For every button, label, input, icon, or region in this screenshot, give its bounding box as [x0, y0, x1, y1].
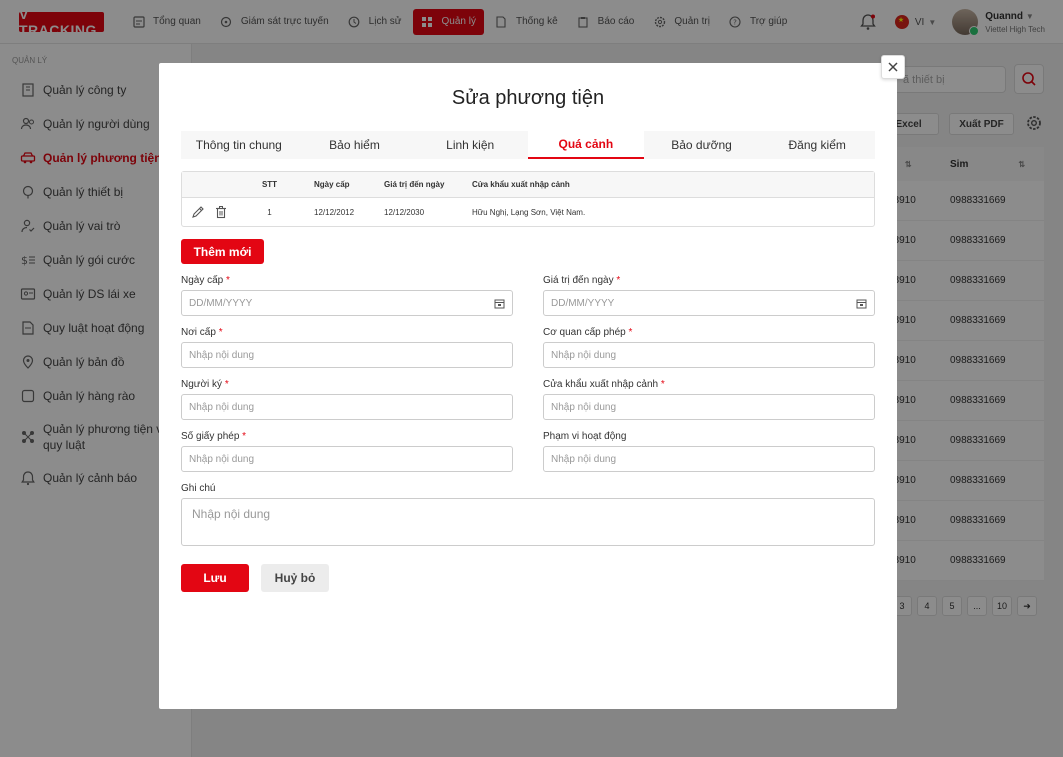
tab-insurance[interactable]: Bảo hiểm [297, 131, 413, 159]
edit-icon[interactable] [191, 205, 205, 219]
required-mark: * [628, 327, 633, 338]
add-new-button[interactable]: Thêm mới [181, 239, 264, 264]
border-gate-field-group: Cửa khẩu xuất nhập cảnh * Nhập nội dung [543, 379, 875, 420]
issue-date-input[interactable]: DD/MM/YYYY [181, 290, 513, 316]
required-mark: * [242, 431, 247, 442]
issue-date-field-group: Ngày cấp * DD/MM/YYYY [181, 275, 513, 316]
scope-field-group: Phạm vi hoạt động Nhập nội dung [543, 431, 875, 472]
license-number-field-group: Số giấy phép * Nhập nội dung [181, 431, 513, 472]
column-header: Cửa khẩu xuất nhập cảnh [472, 180, 570, 189]
note-textarea[interactable]: Nhập nội dung [181, 498, 875, 546]
field-label: Ngày cấp [181, 275, 224, 286]
cell-border-gate: Hữu Nghị, Lạng Sơn, Việt Nam. [472, 207, 586, 217]
close-icon [888, 62, 898, 72]
required-mark: * [226, 275, 230, 286]
calendar-icon[interactable] [856, 298, 867, 309]
scope-input[interactable]: Nhập nội dung [543, 446, 875, 472]
required-mark: * [660, 379, 665, 390]
save-button[interactable]: Lưu [181, 564, 249, 592]
field-label: Số giấy phép [181, 431, 240, 442]
field-label: Nơi cấp [181, 327, 216, 338]
authority-field-group: Cơ quan cấp phép * Nhập nội dung [543, 327, 875, 368]
field-label: Giá trị đến ngày [543, 275, 614, 286]
field-label: Cơ quan cấp phép [543, 327, 626, 338]
input-placeholder: DD/MM/YYYY [189, 297, 253, 309]
issue-place-field-group: Nơi cấp * Nhập nội dung [181, 327, 513, 368]
close-button[interactable] [881, 55, 905, 79]
table-row: 1 12/12/2012 12/12/2030 Hữu Nghị, Lạng S… [182, 198, 874, 226]
field-label: Phạm vi hoạt động [543, 431, 627, 442]
modal-tabs: Thông tin chung Bảo hiểm Linh kiện Quá c… [181, 131, 875, 159]
required-mark: * [616, 275, 621, 286]
column-header: Ngày cấp [314, 180, 350, 189]
tab-maintenance[interactable]: Bảo dưỡng [644, 131, 760, 159]
license-number-input[interactable]: Nhập nội dung [181, 446, 513, 472]
table-header: STT Ngày cấp Giá trị đến ngày Cửa khẩu x… [182, 172, 874, 198]
cell-stt: 1 [267, 207, 272, 217]
authority-input[interactable]: Nhập nội dung [543, 342, 875, 368]
modal-title: Sửa phương tiện [451, 87, 605, 109]
field-label: Ghi chú [181, 483, 216, 494]
calendar-icon[interactable] [494, 298, 505, 309]
border-gate-input[interactable]: Nhập nội dung [543, 394, 875, 420]
valid-to-field-group: Giá trị đến ngày * DD/MM/YYYY [543, 275, 875, 316]
tab-components[interactable]: Linh kiện [412, 131, 528, 159]
edit-vehicle-modal: Sửa phương tiện Thông tin chung Bảo hiểm… [159, 55, 905, 709]
note-field-group: Ghi chú Nhập nội dung [181, 483, 875, 546]
signer-input[interactable]: Nhập nội dung [181, 394, 513, 420]
transit-table: STT Ngày cấp Giá trị đến ngày Cửa khẩu x… [181, 171, 875, 227]
input-placeholder: DD/MM/YYYY [551, 297, 615, 309]
required-mark: * [218, 327, 223, 338]
tab-transit[interactable]: Quá cảnh [528, 131, 644, 159]
field-label: Người ký [181, 379, 223, 390]
valid-to-input[interactable]: DD/MM/YYYY [543, 290, 875, 316]
issue-place-input[interactable]: Nhập nội dung [181, 342, 513, 368]
signer-field-group: Người ký * Nhập nội dung [181, 379, 513, 420]
column-header: STT [261, 180, 278, 189]
field-label: Cửa khẩu xuất nhập cảnh [543, 379, 659, 390]
required-mark: * [224, 379, 229, 390]
cell-valid-to: 12/12/2030 [384, 207, 425, 217]
cancel-button[interactable]: Huỷ bỏ [261, 564, 329, 592]
cell-issue-date: 12/12/2012 [314, 207, 355, 217]
tab-general-info[interactable]: Thông tin chung [181, 131, 297, 159]
delete-icon[interactable] [214, 205, 228, 219]
tab-registration[interactable]: Đăng kiểm [759, 131, 875, 159]
column-header: Giá trị đến ngày [384, 180, 445, 189]
